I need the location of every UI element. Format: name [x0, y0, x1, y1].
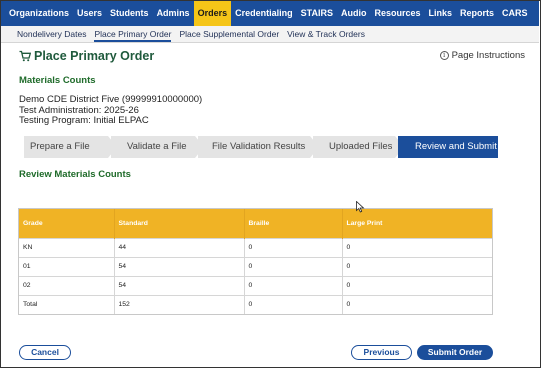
page-title: Place Primary Order [19, 49, 154, 63]
nav-cars[interactable]: CARS [498, 1, 532, 26]
page-instructions-link[interactable]: i Page Instructions [439, 50, 525, 61]
cell-large-print: 0 [342, 256, 492, 276]
cell-grade: 01 [19, 256, 115, 276]
nav-stairs[interactable]: STAIRS [297, 1, 337, 26]
nav-audio[interactable]: Audio [337, 1, 371, 26]
page-instructions-label: Page Instructions [451, 50, 525, 61]
cell-braille: 0 [244, 237, 343, 257]
progress-steps: Prepare a File Validate a File File Vali… [24, 136, 498, 158]
cell-braille: 0 [244, 256, 343, 276]
sub-navigation: Nondelivery Dates Place Primary Order Pl… [1, 26, 539, 43]
testing-program: Testing Program: Initial ELPAC [19, 115, 149, 126]
cell-grade: KN [19, 237, 115, 257]
submit-order-button[interactable]: Submit Order [417, 345, 493, 360]
nav-links[interactable]: Links [424, 1, 456, 26]
step-review-submit: Review and Submit [398, 136, 498, 158]
step-file-validation-results: File Validation Results [198, 136, 319, 158]
materials-table: Grade Standard Braille Large Print KN 44… [18, 208, 493, 315]
step-prepare-file: Prepare a File [24, 136, 117, 158]
page-title-text: Place Primary Order [34, 49, 155, 63]
cart-icon [19, 50, 31, 62]
table-row-total: Total 152 0 0 [19, 294, 492, 314]
step-label: File Validation Results [212, 141, 306, 152]
info-icon: i [439, 51, 449, 60]
nav-students[interactable]: Students [106, 1, 153, 26]
column-header-grade: Grade [19, 209, 115, 238]
previous-button[interactable]: Previous [351, 345, 412, 360]
mouse-cursor-icon [356, 201, 365, 213]
review-materials-heading: Review Materials Counts [19, 169, 131, 180]
nav-users[interactable]: Users [73, 1, 106, 26]
table-header-row: Grade Standard Braille Large Print [19, 209, 492, 238]
cell-grade: 02 [19, 275, 115, 295]
step-label: Prepare a File [30, 141, 90, 152]
table-row: 01 54 0 0 [19, 256, 492, 276]
cancel-button[interactable]: Cancel [19, 345, 71, 360]
nav-resources[interactable]: Resources [370, 1, 424, 26]
table-row: 02 54 0 0 [19, 275, 492, 295]
materials-counts-heading: Materials Counts [19, 75, 96, 86]
table-row: KN 44 0 0 [19, 237, 492, 257]
step-label: Validate a File [127, 141, 187, 152]
column-header-large-print: Large Print [342, 209, 492, 238]
nav-reports[interactable]: Reports [456, 1, 498, 26]
cell-braille: 0 [244, 294, 343, 314]
cell-large-print: 0 [342, 294, 492, 314]
cell-large-print: 0 [342, 237, 492, 257]
nav-credentialing[interactable]: Credentialing [231, 1, 297, 26]
cell-standard: 152 [114, 294, 245, 314]
step-label: Uploaded Files [329, 141, 393, 152]
step-validate-file: Validate a File [111, 136, 204, 158]
subnav-nondelivery-dates[interactable]: Nondelivery Dates [17, 26, 86, 42]
cell-braille: 0 [244, 275, 343, 295]
column-header-braille: Braille [244, 209, 343, 238]
subnav-place-supplemental-order[interactable]: Place Supplemental Order [179, 26, 279, 42]
top-navigation: Organizations Users Students Admins Orde… [1, 1, 539, 26]
column-header-standard: Standard [114, 209, 245, 238]
subnav-view-track-orders[interactable]: View & Track Orders [287, 26, 365, 42]
order-info: Demo CDE District Five (99999910000000) … [19, 94, 203, 127]
district-name: Demo CDE District Five (99999910000000) [19, 94, 203, 105]
cell-standard: 54 [114, 256, 245, 276]
step-label: Review and Submit [415, 141, 497, 152]
cell-large-print: 0 [342, 275, 492, 295]
step-uploaded-files: Uploaded Files [313, 136, 404, 158]
subnav-place-primary-order[interactable]: Place Primary Order [94, 26, 172, 42]
cell-grade: Total [19, 294, 115, 314]
cell-standard: 54 [114, 275, 245, 295]
nav-admins[interactable]: Admins [153, 1, 194, 26]
nav-organizations[interactable]: Organizations [5, 1, 73, 26]
cell-standard: 44 [114, 237, 245, 257]
nav-orders[interactable]: Orders [193, 1, 232, 26]
